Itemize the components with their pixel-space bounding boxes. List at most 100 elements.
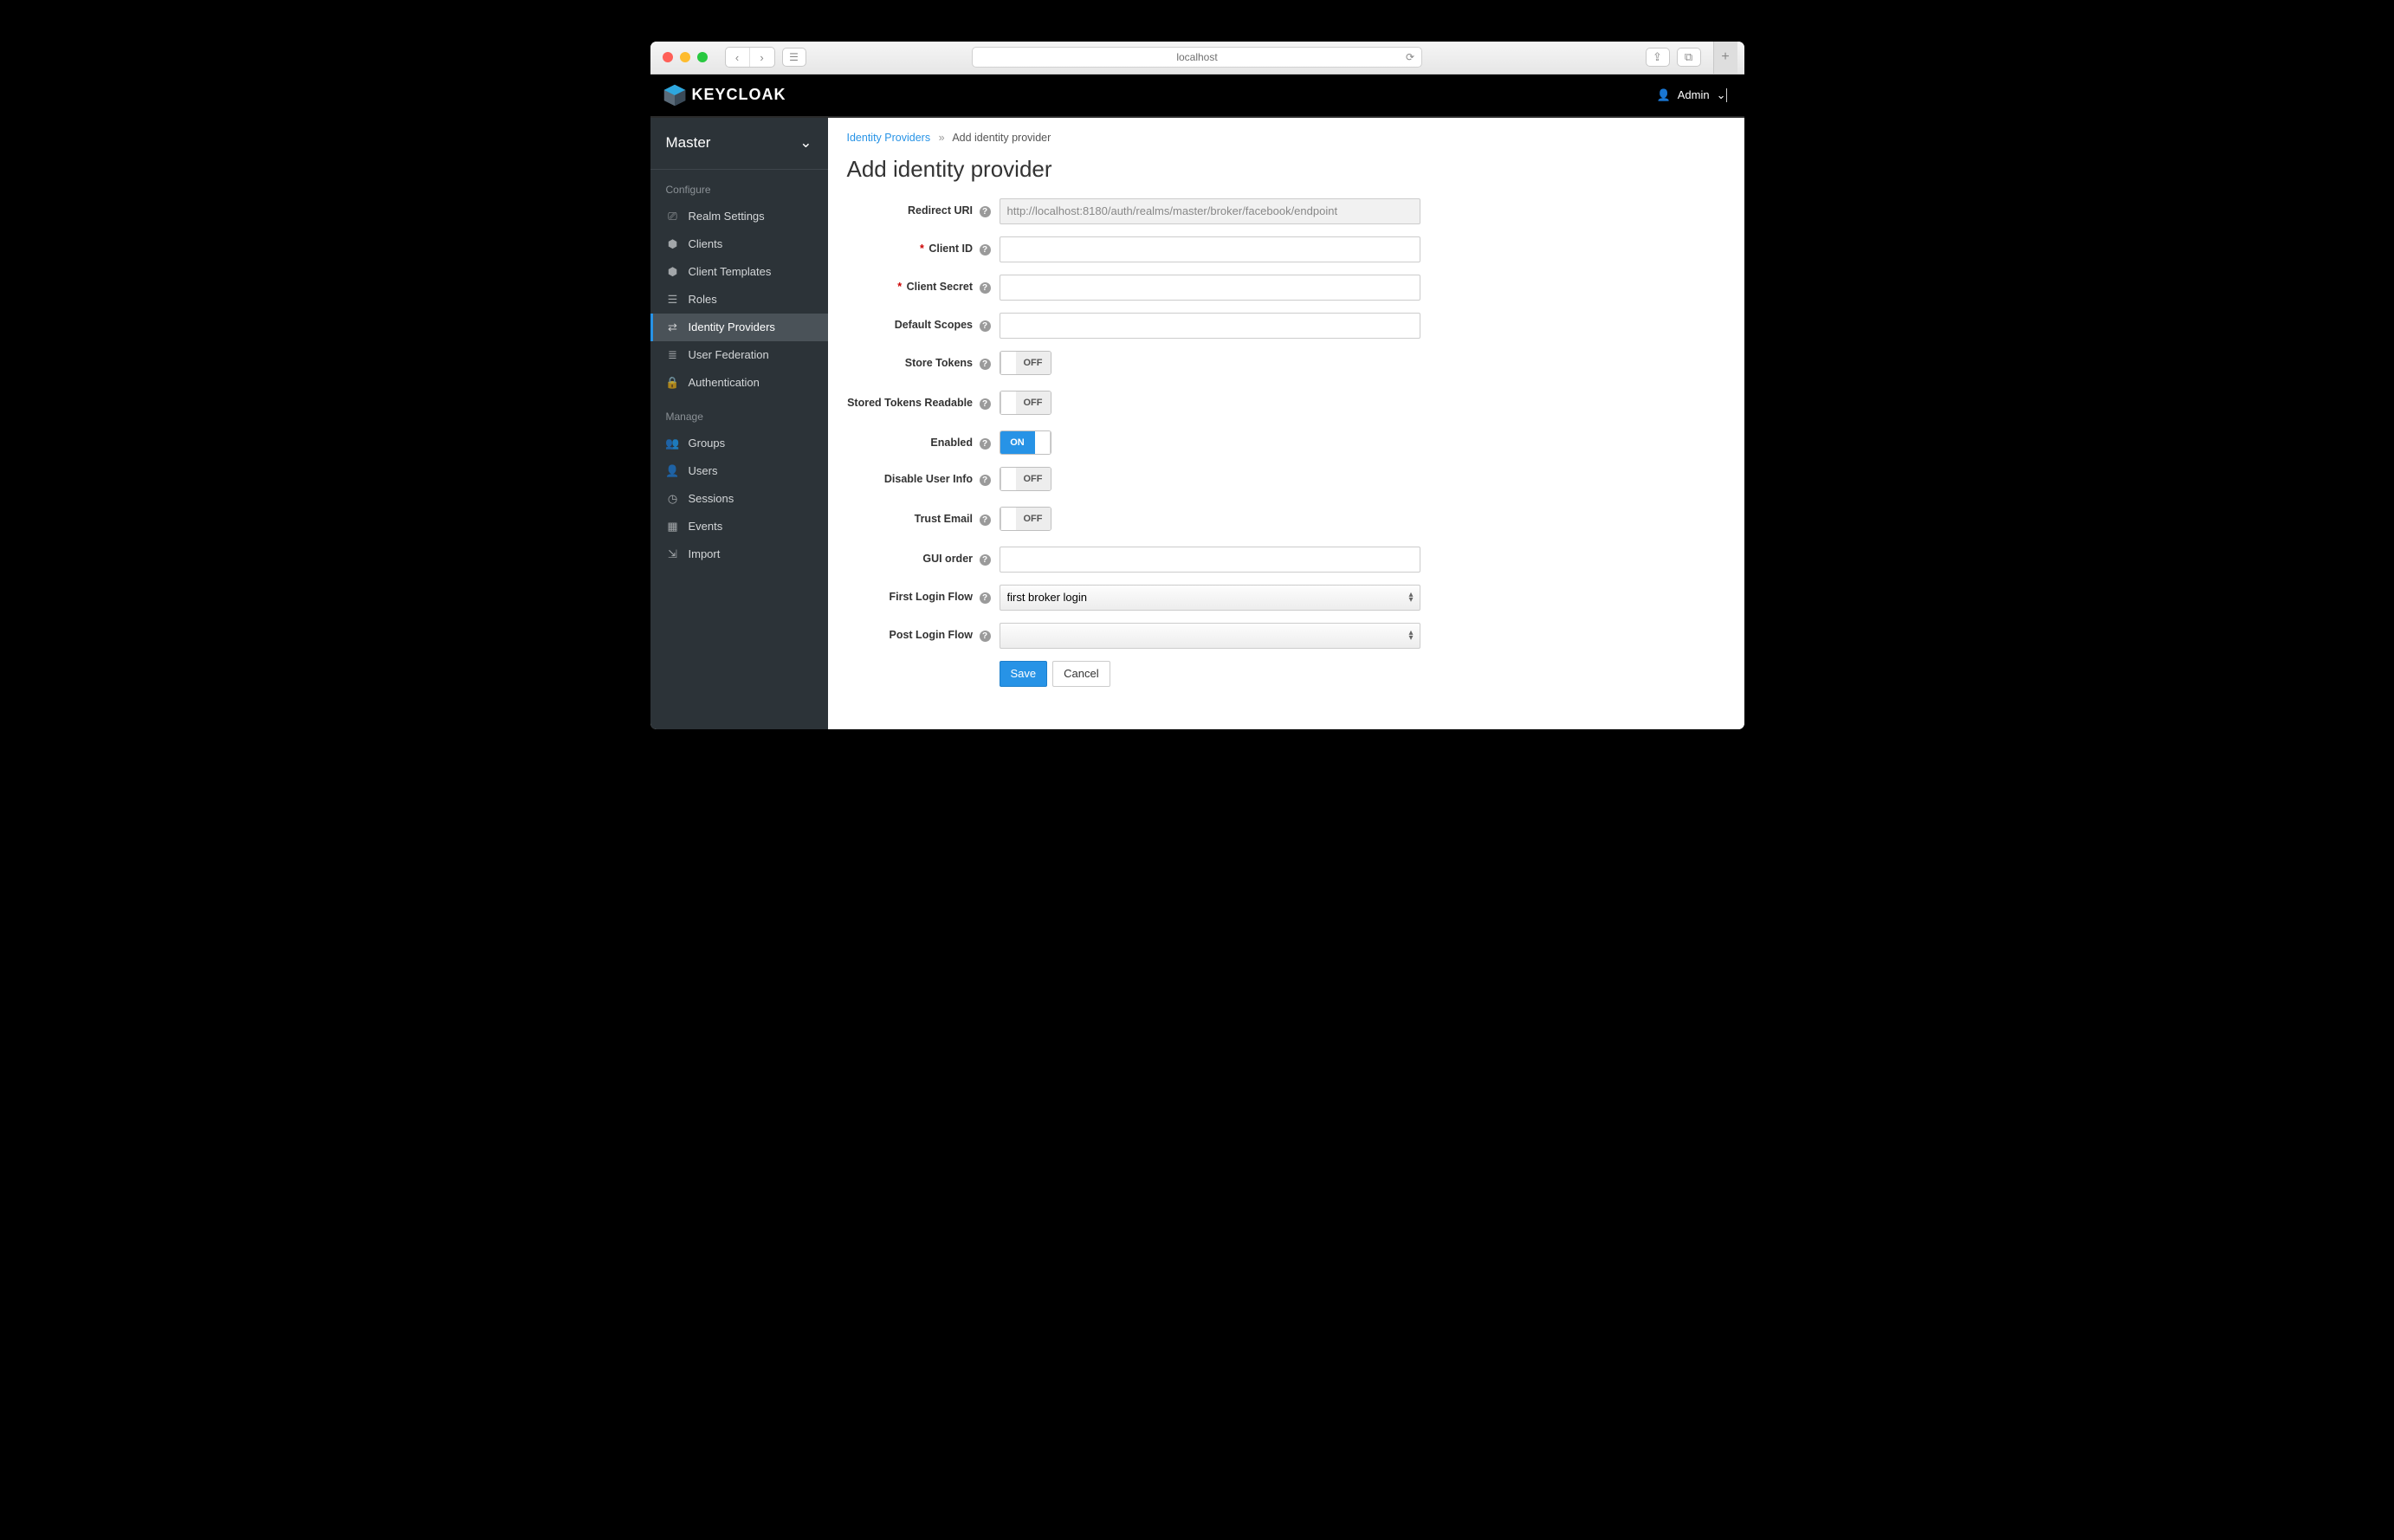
sidebar-item-label: Import <box>689 547 721 560</box>
default-scopes-input[interactable] <box>1000 313 1420 339</box>
exchange-icon: ⇄ <box>666 320 680 334</box>
stored-tokens-readable-label: Stored Tokens Readable ? <box>847 391 1000 411</box>
sidebar: Master ⌄ Configure ⎚Realm Settings ⬢ Clie… <box>650 118 828 729</box>
list-icon: ☰ <box>666 293 680 307</box>
sidebar-item-events[interactable]: ▦Events <box>650 513 828 540</box>
cancel-button[interactable]: Cancel <box>1052 661 1110 687</box>
redirect-uri-input[interactable] <box>1000 198 1420 224</box>
stored-tokens-readable-toggle[interactable]: OFF <box>1000 391 1051 415</box>
user-icon: 👤 <box>1657 88 1671 102</box>
nav-back-forward: ‹ › <box>725 47 775 68</box>
sidebar-item-identity-providers[interactable]: ⇄ Identity Providers <box>650 314 828 341</box>
help-icon[interactable]: ? <box>980 206 991 217</box>
keycloak-logo-icon <box>663 83 687 107</box>
back-button[interactable]: ‹ <box>726 48 750 67</box>
default-scopes-label: Default Scopes ? <box>847 313 1000 333</box>
disable-user-info-toggle[interactable]: OFF <box>1000 467 1051 491</box>
sidebar-toggle-icon[interactable]: ☰ <box>782 48 806 67</box>
client-id-label: * Client ID ? <box>847 236 1000 256</box>
first-login-flow-label: First Login Flow ? <box>847 585 1000 605</box>
sidebar-item-label: Clients <box>689 237 723 250</box>
client-secret-input[interactable] <box>1000 275 1420 301</box>
gui-order-input[interactable] <box>1000 547 1420 573</box>
store-tokens-label: Store Tokens ? <box>847 351 1000 371</box>
disable-user-info-label: Disable User Info ? <box>847 467 1000 487</box>
browser-window: ‹ › ☰ localhost ⟳ ⇪ ⧉ + KEYCLOAK 👤 Admin… <box>650 42 1744 729</box>
new-tab-button[interactable]: + <box>1713 42 1737 74</box>
client-id-input[interactable] <box>1000 236 1420 262</box>
breadcrumb-separator-icon: » <box>939 132 945 144</box>
sidebar-item-label: Realm Settings <box>689 210 765 223</box>
user-name: Admin <box>1678 88 1710 101</box>
sidebar-item-label: Client Templates <box>689 265 772 278</box>
help-icon[interactable]: ? <box>980 438 991 450</box>
lock-icon: 🔒 <box>666 376 680 390</box>
enabled-toggle[interactable]: ON <box>1000 430 1051 455</box>
maximize-window-icon[interactable] <box>697 52 708 62</box>
help-icon[interactable]: ? <box>980 514 991 526</box>
sidebar-item-sessions[interactable]: ◷ Sessions <box>650 485 828 513</box>
sidebar-item-realm-settings[interactable]: ⎚Realm Settings <box>650 203 828 230</box>
client-secret-label: * Client Secret ? <box>847 275 1000 294</box>
realm-selector[interactable]: Master ⌄ <box>650 118 828 170</box>
database-icon: ≣ <box>666 348 680 362</box>
keycloak-logo[interactable]: KEYCLOAK <box>663 83 786 107</box>
first-login-flow-select[interactable]: first broker login <box>1000 585 1420 611</box>
trust-email-label: Trust Email ? <box>847 507 1000 527</box>
sidebar-section-configure: Configure <box>650 170 828 203</box>
gui-order-label: GUI order ? <box>847 547 1000 566</box>
help-icon[interactable]: ? <box>980 475 991 486</box>
share-icon[interactable]: ⇪ <box>1646 48 1670 67</box>
help-icon[interactable]: ? <box>980 359 991 370</box>
breadcrumb-current: Add identity provider <box>952 132 1051 144</box>
close-window-icon[interactable] <box>663 52 673 62</box>
url-text: localhost <box>1176 51 1217 63</box>
trust-email-toggle[interactable]: OFF <box>1000 507 1051 531</box>
sidebar-item-label: Events <box>689 520 723 533</box>
help-icon[interactable]: ? <box>980 320 991 332</box>
sidebar-item-label: Sessions <box>689 492 734 505</box>
address-bar[interactable]: localhost ⟳ <box>972 47 1422 68</box>
sidebar-item-user-federation[interactable]: ≣ User Federation <box>650 341 828 369</box>
sidebar-item-roles[interactable]: ☰Roles <box>650 286 828 314</box>
browser-chrome: ‹ › ☰ localhost ⟳ ⇪ ⧉ + <box>650 42 1744 74</box>
clock-icon: ◷ <box>666 492 680 506</box>
sidebar-item-users[interactable]: 👤Users <box>650 457 828 485</box>
help-icon[interactable]: ? <box>980 592 991 604</box>
enabled-label: Enabled ? <box>847 430 1000 450</box>
tabs-icon[interactable]: ⧉ <box>1677 48 1701 67</box>
post-login-flow-select[interactable] <box>1000 623 1420 649</box>
sidebar-item-label: Groups <box>689 437 726 450</box>
help-icon[interactable]: ? <box>980 244 991 256</box>
forward-button[interactable]: › <box>750 48 774 67</box>
help-icon[interactable]: ? <box>980 282 991 294</box>
app-header: KEYCLOAK 👤 Admin ⌄ <box>650 74 1744 118</box>
cube-icon: ⬢ <box>666 237 680 251</box>
sidebar-item-authentication[interactable]: 🔒 Authentication <box>650 369 828 397</box>
sidebar-item-label: Identity Providers <box>689 320 775 333</box>
sidebar-item-clients[interactable]: ⬢ Clients <box>650 230 828 258</box>
sidebar-item-import[interactable]: ⇲Import <box>650 540 828 568</box>
sidebar-item-groups[interactable]: 👥 Groups <box>650 430 828 457</box>
store-tokens-toggle[interactable]: OFF <box>1000 351 1051 375</box>
sidebar-item-client-templates[interactable]: ⬢ Client Templates <box>650 258 828 286</box>
user-menu[interactable]: 👤 Admin ⌄ <box>1657 88 1727 102</box>
cubes-icon: ⬢ <box>666 265 680 279</box>
sidebar-item-label: Authentication <box>689 376 760 389</box>
page-title: Add identity provider <box>847 156 1725 183</box>
minimize-window-icon[interactable] <box>680 52 690 62</box>
redirect-uri-label: Redirect URI ? <box>847 198 1000 218</box>
group-icon: 👥 <box>666 437 680 450</box>
save-button[interactable]: Save <box>1000 661 1048 687</box>
reload-icon[interactable]: ⟳ <box>1406 51 1414 63</box>
sidebar-item-label: User Federation <box>689 348 769 361</box>
breadcrumb-parent-link[interactable]: Identity Providers <box>847 132 931 144</box>
breadcrumb: Identity Providers » Add identity provid… <box>847 132 1725 144</box>
chevron-down-icon: ⌄ <box>799 134 812 152</box>
sidebar-item-label: Users <box>689 464 718 477</box>
help-icon[interactable]: ? <box>980 554 991 566</box>
help-icon[interactable]: ? <box>980 631 991 642</box>
app-name: KEYCLOAK <box>692 86 786 104</box>
chevron-down-icon: ⌄ <box>1717 88 1726 102</box>
help-icon[interactable]: ? <box>980 398 991 410</box>
